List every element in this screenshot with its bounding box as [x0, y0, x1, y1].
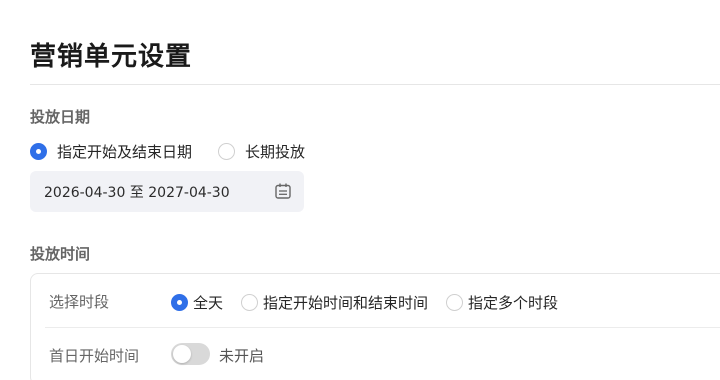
date-range-value: 2026-04-30 至 2027-04-30: [44, 184, 230, 201]
period-label: 选择时段: [49, 293, 110, 311]
radio-label: 指定开始及结束日期: [57, 143, 193, 161]
delivery-date-label: 投放日期: [30, 108, 91, 126]
radio-button-checked[interactable]: [30, 143, 47, 160]
first-day-start-label: 首日开始时间: [49, 347, 140, 365]
radio-option-all-day[interactable]: 全天: [171, 292, 223, 313]
radio-button-checked[interactable]: [171, 294, 188, 311]
radio-button[interactable]: [241, 294, 259, 311]
radio-option-long-term[interactable]: 长期投放: [218, 141, 305, 162]
radio-option-start-end-time[interactable]: 指定开始时间和结束时间: [241, 292, 428, 313]
radio-label: 指定多个时段: [468, 294, 559, 312]
radio-label: 指定开始时间和结束时间: [263, 294, 429, 312]
radio-button[interactable]: [218, 143, 236, 160]
first-day-start-toggle[interactable]: [171, 343, 210, 365]
delivery-time-label: 投放时间: [30, 245, 91, 263]
radio-option-multiple-periods[interactable]: 指定多个时段: [446, 292, 558, 313]
toggle-status-text: 未开启: [219, 347, 265, 365]
radio-button[interactable]: [446, 294, 464, 311]
toggle-knob: [173, 345, 191, 363]
calendar-icon[interactable]: [274, 182, 292, 200]
title-divider: [30, 84, 720, 85]
delivery-time-panel: 选择时段 全天 指定开始时间和结束时间 指定多个时段 首日开始时间 未开启: [30, 273, 720, 380]
panel-divider: [45, 327, 720, 328]
page-title: 营销单元设置: [30, 42, 193, 72]
radio-label: 全天: [193, 294, 224, 312]
radio-label: 长期投放: [245, 143, 306, 161]
date-range-picker[interactable]: 2026-04-30 至 2027-04-30: [30, 171, 304, 212]
period-radio-group: 全天 指定开始时间和结束时间 指定多个时段: [171, 292, 558, 313]
delivery-date-radio-group: 指定开始及结束日期 长期投放: [30, 141, 305, 162]
radio-option-fixed-dates[interactable]: 指定开始及结束日期: [30, 141, 192, 162]
